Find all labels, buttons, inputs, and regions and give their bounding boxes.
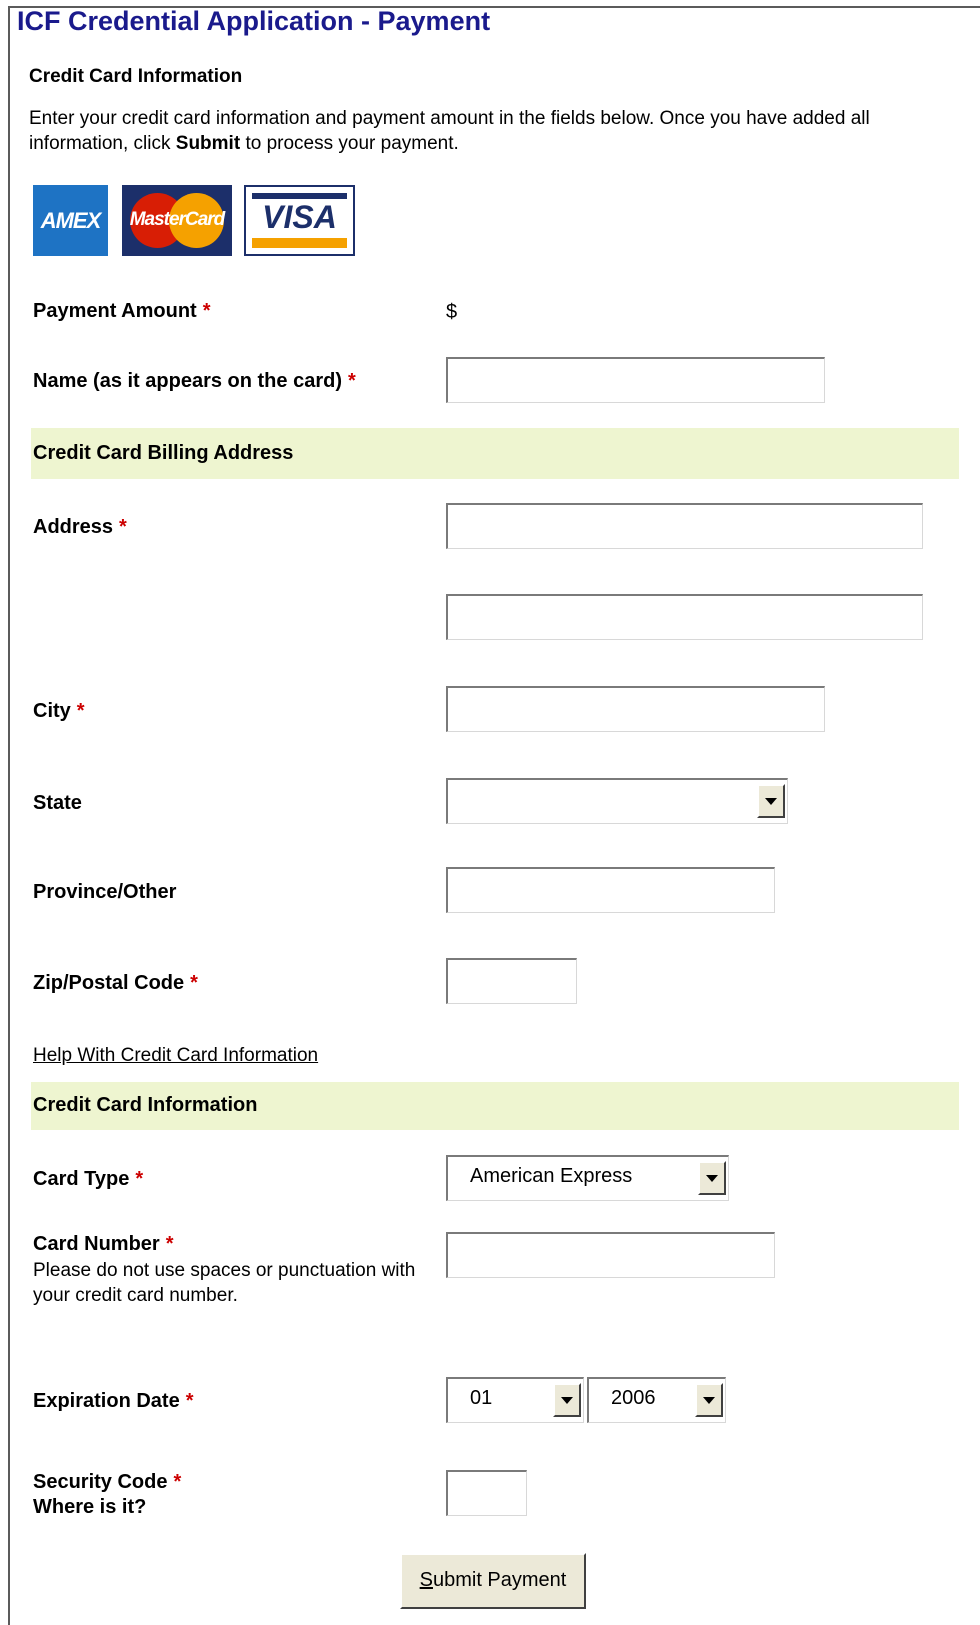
province-label: Province/Other (33, 881, 177, 903)
expiration-month-value: 01 (470, 1387, 493, 1409)
state-select[interactable] (446, 778, 788, 824)
card-number-hint: Please do not use spaces or punctuation … (33, 1260, 416, 1306)
security-code-input[interactable] (446, 1470, 527, 1516)
security-code-hint: Where is it? (33, 1496, 147, 1518)
visa-logo: VISA (244, 185, 355, 256)
address-line1-input[interactable] (446, 503, 923, 549)
card-type-label: Card Type * (33, 1168, 144, 1190)
section-title: Credit Card Information (29, 66, 243, 87)
chevron-down-icon[interactable] (695, 1383, 723, 1417)
state-label: State (33, 792, 82, 814)
intro-text: Enter your credit card information and p… (29, 108, 870, 154)
expiration-date-label: Expiration Date * (33, 1390, 194, 1412)
card-type-value: American Express (470, 1165, 633, 1187)
zip-input[interactable] (446, 958, 577, 1004)
card-number-input[interactable] (446, 1232, 775, 1278)
cardholder-name-label: Name (as it appears on the card) * (33, 370, 356, 392)
address-line2-input[interactable] (446, 594, 923, 640)
amex-logo: AMEX (33, 185, 108, 256)
city-label: City * (33, 700, 85, 722)
submit-payment-button[interactable]: Submit Payment (400, 1553, 586, 1609)
address-label: Address * (33, 516, 127, 538)
chevron-down-icon[interactable] (698, 1161, 726, 1195)
chevron-down-icon[interactable] (553, 1383, 581, 1417)
chevron-down-icon[interactable] (757, 784, 785, 818)
expiration-year-value: 2006 (611, 1387, 656, 1409)
card-number-label-block: Card Number * Please do not use spaces or… (33, 1233, 428, 1308)
credit-card-help-link[interactable]: Help With Credit Card Information (33, 1045, 318, 1067)
security-code-label: Security Code * (33, 1471, 182, 1493)
card-number-label: Card Number * (33, 1233, 174, 1255)
currency-symbol: $ (446, 301, 458, 323)
zip-label: Zip/Postal Code * (33, 972, 198, 994)
credit-card-info-band: Credit Card Information (31, 1082, 959, 1130)
payment-amount-label: Payment Amount * (33, 300, 211, 322)
cardholder-name-input[interactable] (446, 357, 825, 403)
page-title: ICF Credential Application - Payment (17, 6, 491, 36)
expiration-year-select[interactable]: 2006 (587, 1377, 726, 1423)
security-code-label-block: Security Code * Where is it? (33, 1471, 181, 1519)
province-input[interactable] (446, 867, 775, 913)
billing-address-band: Credit Card Billing Address (31, 428, 959, 479)
expiration-month-select[interactable]: 01 (446, 1377, 584, 1423)
city-input[interactable] (446, 686, 825, 732)
mastercard-logo: MasterCard (122, 185, 232, 256)
card-type-select[interactable]: American Express (446, 1155, 729, 1201)
